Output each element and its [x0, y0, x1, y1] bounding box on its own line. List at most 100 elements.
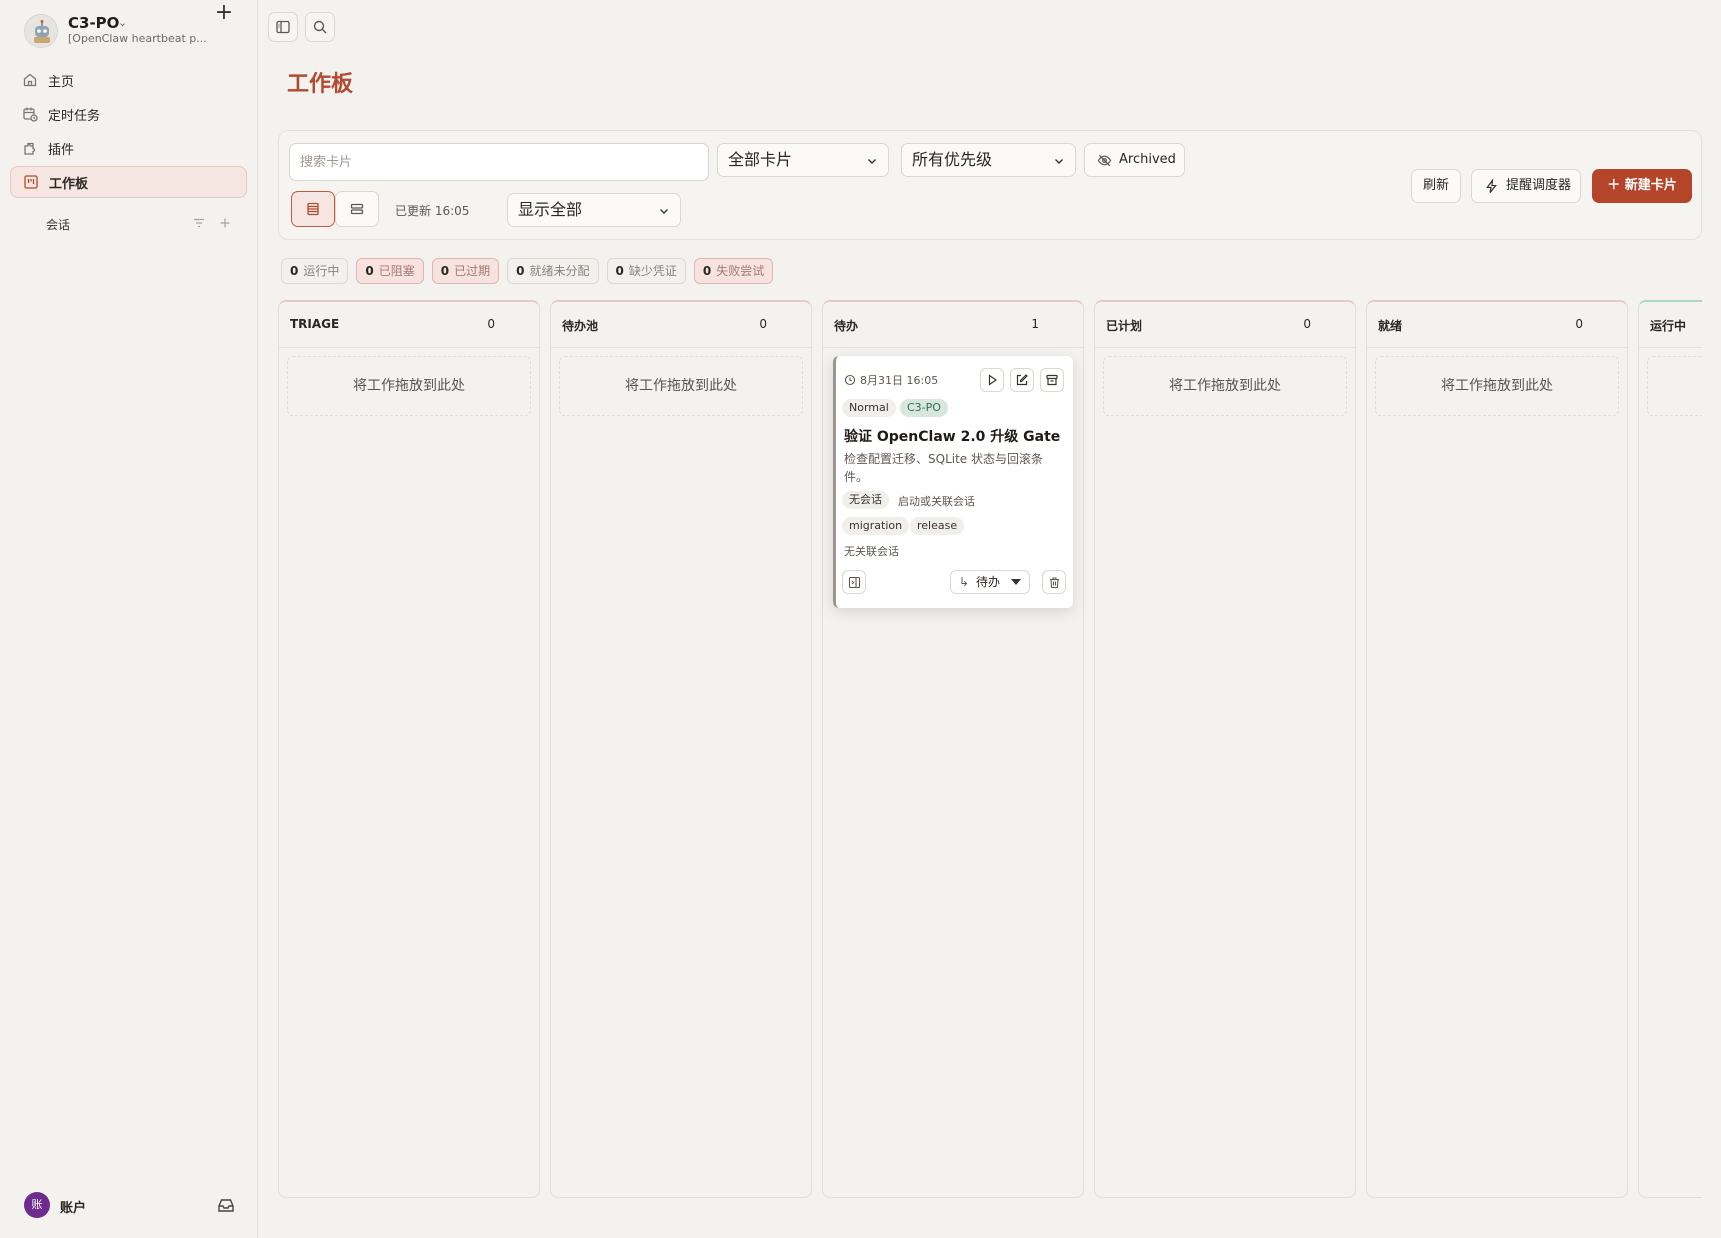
refresh-button[interactable]: 刷新 [1411, 169, 1461, 203]
drop-zone[interactable]: 将工作拖放到此处 [1103, 356, 1347, 416]
open-panel-button[interactable] [842, 570, 866, 594]
sidebar-nav: 主页 定时任务 插件 工作板 [10, 64, 247, 200]
sidebar-item-label: 主页 [48, 74, 75, 90]
board-toolbar: 全部卡片 所有优先级 Archived 已更新 16:05 显示全部 刷新 提醒… [278, 130, 1702, 240]
view-compact-button[interactable] [335, 191, 379, 227]
column-title: 待办池 [562, 319, 599, 333]
refresh-label: 刷新 [1422, 178, 1449, 193]
run-button[interactable] [980, 368, 1004, 392]
filter-icon[interactable] [192, 216, 206, 230]
drop-zone[interactable]: 将工作拖放到此处 [1375, 356, 1619, 416]
move-arrow-icon: ↳ [959, 575, 970, 589]
eye-off-icon [1097, 154, 1112, 167]
link-session-action[interactable]: 启动或关联会话 [898, 493, 975, 509]
column-running: 运行中 [1638, 300, 1702, 1198]
toggle-sidebar-button[interactable] [268, 12, 298, 42]
card-filter-select[interactable]: 全部卡片 [717, 143, 889, 177]
sidebar-item-workboard[interactable]: 工作板 [10, 166, 247, 198]
task-card[interactable]: 8月31日 16:05 Normal C3-PO 验证 OpenClaw 2.0… [833, 356, 1073, 608]
panel-icon [848, 576, 860, 588]
add-session-icon[interactable] [218, 216, 232, 230]
column-count: 0 [759, 317, 767, 331]
new-card-button[interactable]: ＋ 新建卡片 [1592, 169, 1692, 203]
column-header: 就绪 0 [1367, 302, 1627, 348]
sidebar: C3-PO ⌄ [OpenClaw heartbeat p... + 主页 定时… [0, 0, 258, 1238]
card-filter-value: 全部卡片 [728, 150, 793, 169]
column-count: 1 [1031, 317, 1039, 331]
display-filter-value: 显示全部 [518, 200, 583, 219]
priority-filter-select[interactable]: 所有优先级 [901, 143, 1076, 177]
chevron-down-icon [660, 209, 668, 214]
sessions-label: 会话 [46, 218, 71, 232]
drop-zone[interactable] [1647, 356, 1702, 416]
archived-label: Archived [1119, 152, 1176, 167]
edit-button[interactable] [1010, 368, 1034, 392]
column-header: TRIAGE 0 [279, 302, 539, 348]
column-count: 0 [487, 317, 495, 331]
archive-button[interactable] [1040, 368, 1064, 392]
agent-switcher[interactable]: C3-PO ⌄ [OpenClaw heartbeat p... [24, 14, 244, 50]
drop-zone[interactable]: 将工作拖放到此处 [287, 356, 531, 416]
agent-subtitle: [OpenClaw heartbeat p... [68, 32, 207, 45]
delete-button[interactable] [1042, 570, 1066, 594]
card-time: 8月31日 16:05 [844, 372, 938, 388]
sidebar-toggle-icon [276, 20, 290, 34]
column-triage: TRIAGE 0 将工作拖放到此处 [278, 300, 540, 1198]
sidebar-item-label: 插件 [48, 142, 75, 158]
reminder-scheduler-button[interactable]: 提醒调度器 [1471, 169, 1581, 203]
robot-icon [25, 15, 57, 47]
search-button[interactable] [305, 12, 335, 42]
column-count: 0 [1575, 317, 1583, 331]
stat-failed-attempts[interactable]: 0 失败尝试 [693, 258, 774, 284]
column-planned: 已计划 0 将工作拖放到此处 [1094, 300, 1356, 1198]
column-backlog: 待办池 0 将工作拖放到此处 [550, 300, 812, 1198]
sidebar-item-home[interactable]: 主页 [10, 64, 247, 96]
inbox-icon[interactable] [216, 1195, 236, 1215]
avatar: 账 [24, 1192, 50, 1218]
column-header: 已计划 0 [1095, 302, 1355, 348]
account-menu[interactable]: 账 账户 [24, 1192, 236, 1218]
agent-avatar [24, 14, 58, 48]
last-updated: 已更新 16:05 [395, 204, 470, 218]
search-input[interactable] [289, 143, 709, 181]
column-count: 0 [1303, 317, 1311, 331]
caret-down-icon [1011, 579, 1021, 585]
new-card-label: ＋ 新建卡片 [1607, 178, 1677, 193]
label-tag: migration [842, 517, 910, 535]
sidebar-item-plugins[interactable]: 插件 [10, 132, 247, 164]
account-label: 账户 [60, 1201, 87, 1216]
clock-icon [844, 374, 856, 386]
priority-tag: Normal [842, 399, 896, 417]
board-stats: 0 运行中 0 已阻塞 0 已过期 0 就绪未分配 0 缺少凭证 0 失败尝试 [281, 258, 774, 284]
display-filter-select[interactable]: 显示全部 [507, 193, 681, 227]
status-dropdown[interactable]: ↳ 待办 [950, 570, 1030, 594]
chevron-down-icon [1055, 159, 1063, 164]
card-title: 验证 OpenClaw 2.0 升级 Gate [844, 429, 1061, 445]
search-icon [313, 20, 327, 34]
agent-tag: C3-PO [900, 399, 948, 417]
column-title: 就绪 [1378, 319, 1403, 333]
chevron-down-icon[interactable]: ⌄ [118, 16, 127, 29]
stat-ready-unassigned[interactable]: 0 就绪未分配 [507, 258, 599, 284]
archived-toggle[interactable]: Archived [1084, 143, 1185, 177]
label-tag: release [910, 517, 965, 535]
home-icon [22, 72, 38, 88]
stat-missing-credentials[interactable]: 0 缺少凭证 [606, 258, 686, 284]
column-todo: 待办 1 8月31日 16:05 Normal C3-PO 验证 OpenCla… [822, 300, 1084, 1198]
stat-overdue[interactable]: 0 已过期 [431, 258, 500, 284]
agent-name: C3-PO [68, 14, 120, 32]
view-list-button[interactable] [291, 191, 335, 227]
column-ready: 就绪 0 将工作拖放到此处 [1366, 300, 1628, 1198]
priority-filter-value: 所有优先级 [912, 150, 993, 169]
compact-view-icon [350, 203, 364, 215]
sidebar-item-scheduled[interactable]: 定时任务 [10, 98, 247, 130]
sessions-header: 会话 [46, 216, 236, 232]
stat-blocked[interactable]: 0 已阻塞 [356, 258, 424, 284]
add-icon[interactable]: + [212, 2, 236, 26]
sidebar-item-label: 工作板 [49, 176, 89, 192]
play-icon [988, 374, 998, 386]
column-title: TRIAGE [290, 317, 340, 331]
puzzle-icon [22, 140, 38, 156]
drop-zone[interactable]: 将工作拖放到此处 [559, 356, 803, 416]
stat-running[interactable]: 0 运行中 [281, 258, 349, 284]
